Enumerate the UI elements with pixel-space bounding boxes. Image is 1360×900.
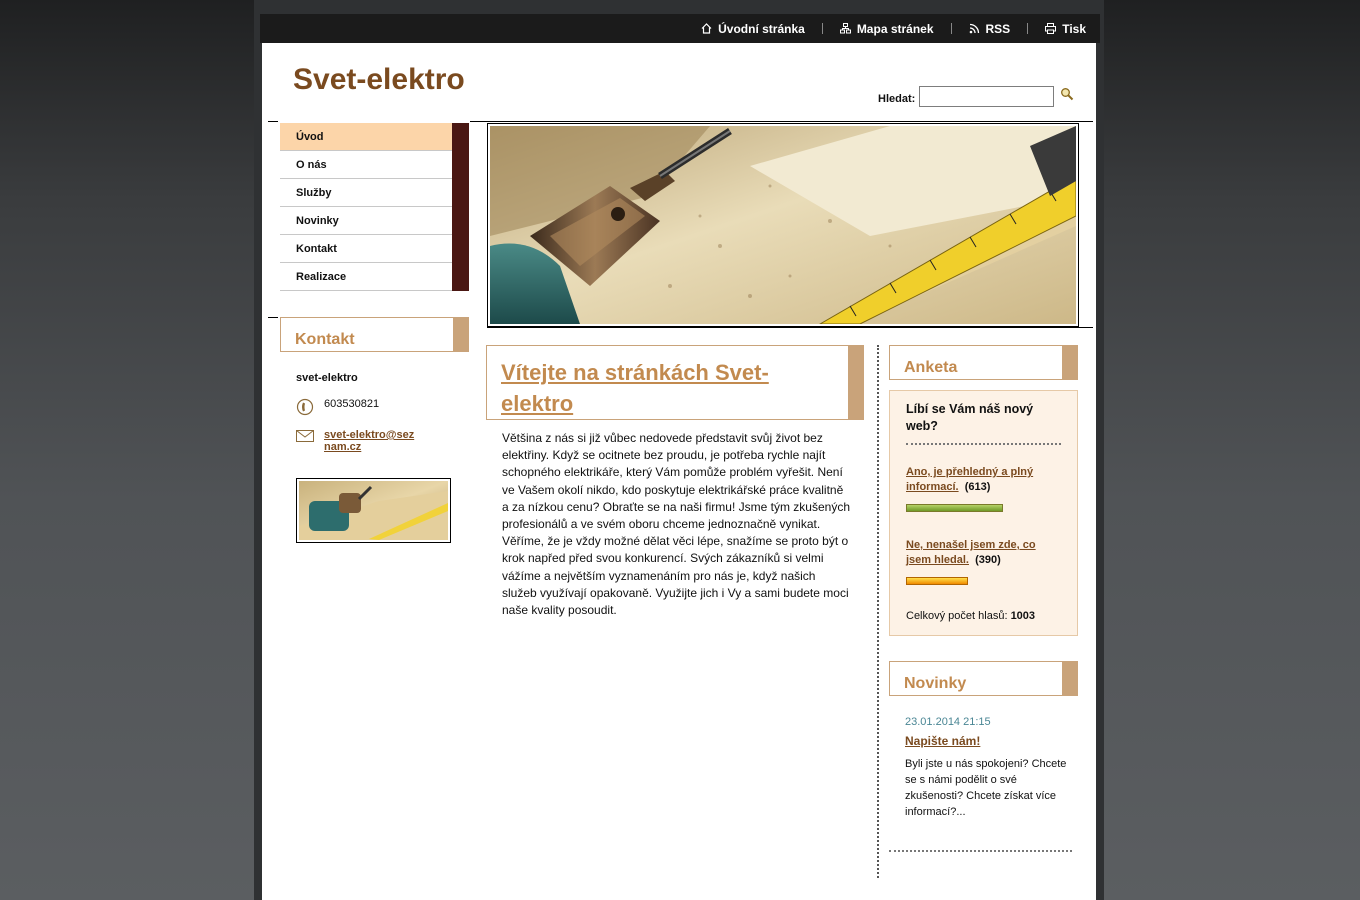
search-label: Hledat: — [878, 92, 916, 105]
sitemap-link-label: Mapa stránek — [856, 21, 934, 36]
home-link[interactable]: Úvodní stránka — [701, 22, 805, 36]
contact-name: svet-elektro — [296, 372, 358, 384]
news-box-header: Novinky — [889, 661, 1078, 696]
sitemap-icon — [839, 23, 851, 34]
poll-total-label: Celkový počet hlasů: — [906, 610, 1008, 622]
poll-option-link[interactable]: Ne, nenašel jsem zde, co jsem hledal. — [906, 539, 1036, 566]
search-button[interactable] — [1060, 87, 1074, 106]
drill-photo-thumbnail — [299, 481, 448, 540]
poll-result-bar — [906, 504, 1003, 512]
divider — [1027, 23, 1029, 34]
menu-item-label: Úvod — [296, 130, 324, 143]
contact-email-link[interactable]: svet-elektro@sez nam.cz — [324, 429, 414, 453]
contact-heading: Kontakt — [295, 331, 355, 348]
menu-item-label: Novinky — [296, 214, 339, 227]
menu-item-label: Kontakt — [296, 242, 337, 255]
poll-option: Ano, je přehledný a plný informací. (613… — [906, 465, 1061, 495]
poll-option: Ne, nenašel jsem zde, co jsem hledal. (3… — [906, 538, 1061, 568]
poll-box: Líbí se Vám náš nový web? Ano, je přehle… — [889, 390, 1078, 636]
news-heading: Novinky — [904, 675, 967, 692]
contact-phone-row: 603530821 — [296, 398, 456, 419]
divider — [470, 121, 1093, 122]
poll-box-header: Anketa — [889, 345, 1078, 380]
rss-link-label: RSS — [985, 21, 1011, 36]
home-icon — [701, 23, 712, 34]
sitemap-link[interactable]: Mapa stránek — [839, 21, 934, 36]
poll-question: Líbí se Vám náš nový web? — [906, 402, 1034, 433]
menu-item-o-nas[interactable]: O nás — [280, 151, 469, 179]
envelope-icon — [296, 429, 324, 446]
home-link-label: Úvodní stránka — [718, 21, 805, 36]
menu-item-kontakt[interactable]: Kontakt — [280, 235, 469, 263]
poll-total: Celkový počet hlasů: 1003 — [906, 610, 1061, 622]
divider — [906, 443, 1061, 445]
main-menu: Úvod O nás Služby Novinky Kontakt Realiz… — [280, 123, 469, 291]
print-icon — [1045, 23, 1057, 34]
menu-item-label: Realizace — [296, 270, 347, 283]
site-title[interactable]: Svet-elektro — [293, 63, 465, 97]
poll-heading: Anketa — [904, 359, 958, 376]
print-link[interactable]: Tisk — [1045, 22, 1086, 36]
poll-result-bar — [906, 577, 968, 585]
news-item: 23.01.2014 21:15 Napište nám! Byli jste … — [905, 714, 1070, 820]
email-line: nam.cz — [324, 441, 362, 453]
column-divider — [877, 345, 879, 878]
contact-box-header: Kontakt — [280, 317, 469, 352]
menu-item-label: Služby — [296, 186, 332, 199]
contact-email-row: svet-elektro@sez nam.cz — [296, 429, 456, 453]
divider — [268, 317, 278, 318]
divider — [821, 23, 823, 34]
drill-and-tape-photo — [490, 126, 1077, 326]
news-excerpt: Byli jste u nás spokojeni? Chcete se s n… — [905, 758, 1067, 818]
contact-box: svet-elektro 603530821 svet-elektro@sez n… — [296, 372, 456, 463]
top-bar: Úvodní stránka Mapa stránek RSS Tisk — [260, 14, 1100, 43]
article-title[interactable]: Vítejte na stránkách Svet-elektro — [501, 357, 821, 419]
article-header: Vítejte na stránkách Svet-elektro — [486, 345, 864, 420]
search-input[interactable] — [919, 86, 1055, 107]
hero-image — [487, 123, 1079, 327]
search-form: Hledat: — [878, 86, 1074, 107]
divider — [268, 121, 278, 122]
divider — [950, 23, 952, 34]
email-line: svet-elektro@sez — [324, 429, 415, 441]
magnifier-icon — [1061, 88, 1074, 101]
menu-item-novinky[interactable]: Novinky — [280, 207, 469, 235]
article-body: Většina z nás si již vůbec nedovede před… — [502, 431, 850, 618]
poll-option-count: (390) — [975, 554, 1001, 566]
menu-item-label: O nás — [296, 158, 327, 171]
print-link-label: Tisk — [1062, 21, 1086, 36]
poll-total-value: 1003 — [1010, 610, 1036, 622]
news-date: 23.01.2014 21:15 — [905, 716, 991, 728]
menu-item-realizace[interactable]: Realizace — [280, 263, 469, 291]
news-title-link[interactable]: Napište nám! — [905, 734, 980, 748]
poll-option-count: (613) — [964, 481, 991, 493]
phone-icon — [296, 398, 324, 419]
contact-phone: 603530821 — [324, 398, 380, 410]
menu-item-sluzby[interactable]: Služby — [280, 179, 469, 207]
contact-thumbnail[interactable] — [296, 478, 451, 543]
menu-item-uvod[interactable]: Úvod — [280, 123, 469, 151]
rss-icon — [969, 23, 979, 34]
top-navigation: Úvodní stránka Mapa stránek RSS Tisk — [701, 14, 1086, 43]
rss-link[interactable]: RSS — [969, 21, 1011, 36]
divider — [889, 850, 1072, 852]
